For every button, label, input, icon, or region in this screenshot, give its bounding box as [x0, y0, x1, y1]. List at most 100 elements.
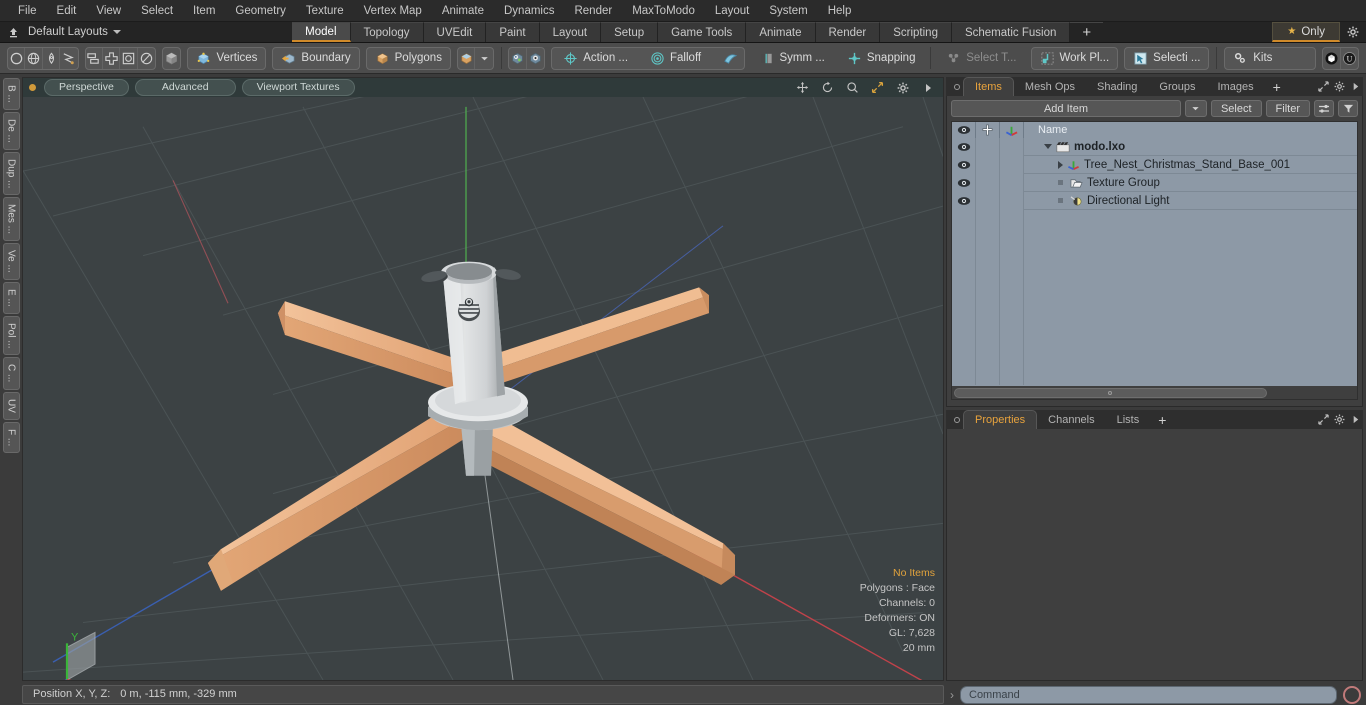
items-panel-menu-icon[interactable] [950, 77, 963, 96]
only-toggle-button[interactable]: ★ Only [1272, 22, 1341, 42]
mesh-constraint-button[interactable]: Mesh C ... [715, 48, 744, 69]
menu-item-edit[interactable]: Edit [47, 0, 87, 22]
name-column-header[interactable]: Name [1024, 122, 1357, 138]
items-add-tab-button[interactable]: + [1265, 77, 1289, 96]
tab-images[interactable]: Images [1207, 77, 1265, 96]
items-maximize-icon[interactable] [1315, 77, 1331, 96]
row-visibility-toggle[interactable] [952, 156, 976, 174]
falloff-button[interactable]: Falloff [642, 48, 709, 69]
tab-items[interactable]: Items [963, 77, 1014, 96]
menu-item-select[interactable]: Select [131, 0, 183, 22]
modo-logo-icon[interactable] [1323, 47, 1341, 69]
row-visibility-toggle[interactable] [952, 174, 976, 192]
viewport-textures-button[interactable]: Viewport Textures [241, 79, 355, 96]
table-row[interactable]: Directional Light [952, 192, 1357, 210]
items-settings-icon[interactable] [1331, 77, 1347, 96]
zoom-viewport-icon[interactable] [843, 79, 862, 96]
menu-item-vertex-map[interactable]: Vertex Map [354, 0, 432, 22]
disclosure-triangle-icon[interactable] [1044, 144, 1052, 149]
kits-button[interactable]: Kits [1224, 46, 1317, 70]
unreal-logo-icon[interactable]: U [1341, 48, 1358, 69]
rail-tab-fusion[interactable]: F ... [2, 421, 20, 453]
tab-animate[interactable]: Animate [746, 22, 816, 42]
viewport-view-mode-button[interactable]: Perspective [44, 79, 129, 96]
circle-select-icon[interactable] [8, 47, 26, 69]
stack-icon[interactable] [86, 47, 103, 69]
items-more-icon[interactable] [1347, 77, 1363, 96]
tab-scripting[interactable]: Scripting [880, 22, 952, 42]
tab-lists[interactable]: Lists [1106, 410, 1151, 429]
menu-item-file[interactable]: File [8, 0, 47, 22]
items-tree-empty-area[interactable] [952, 210, 1357, 385]
command-input[interactable]: Command [960, 685, 1337, 704]
menu-item-texture[interactable]: Texture [296, 0, 354, 22]
table-row[interactable]: Tree_Nest_Christmas_Stand_Base_001 [952, 156, 1357, 174]
items-list-options-icon[interactable] [1314, 100, 1334, 117]
rail-tab-curve[interactable]: C ... [2, 357, 20, 390]
menu-item-maxtomodo[interactable]: MaxToModo [622, 0, 705, 22]
move-cross-icon[interactable] [103, 47, 121, 69]
items-select-button[interactable]: Select [1210, 100, 1262, 117]
menu-item-system[interactable]: System [759, 0, 817, 22]
work-plane-button[interactable]: Work Pl... [1030, 46, 1119, 70]
rail-tab-basic[interactable]: B ... [2, 78, 20, 110]
vertices-button[interactable]: Vertices [187, 46, 267, 70]
menu-item-layout[interactable]: Layout [705, 0, 760, 22]
properties-more-icon[interactable] [1347, 410, 1363, 429]
tree-item-directional-light[interactable]: Directional Light [1024, 192, 1357, 210]
mode-cube-icon[interactable] [458, 47, 476, 69]
polygons-button[interactable]: Polygons [365, 46, 451, 70]
snapping-button[interactable]: Snapping [839, 47, 924, 70]
menu-item-render[interactable]: Render [564, 0, 622, 22]
menu-item-item[interactable]: Item [183, 0, 225, 22]
rail-tab-deform[interactable]: De ... [2, 111, 20, 150]
properties-add-tab-button[interactable]: + [1150, 410, 1174, 429]
tab-topology[interactable]: Topology [350, 22, 424, 42]
table-row[interactable]: modo.lxo [952, 138, 1357, 156]
row-lock-cell[interactable] [976, 192, 1000, 210]
tab-uvedit[interactable]: UVEdit [423, 22, 487, 42]
properties-panel-body[interactable] [946, 429, 1363, 681]
pen-select-icon[interactable] [43, 47, 61, 69]
row-axis-cell[interactable] [1000, 138, 1024, 156]
scrollbar-thumb[interactable] [954, 387, 1267, 398]
falloff-sphere-alt-icon[interactable] [527, 48, 544, 69]
properties-maximize-icon[interactable] [1315, 410, 1331, 429]
rail-tab-edge[interactable]: E ... [2, 281, 20, 314]
add-item-button[interactable]: Add Item [951, 100, 1181, 117]
viewport-more-icon[interactable] [918, 79, 937, 96]
axis-column-header[interactable] [1000, 122, 1024, 138]
rail-tab-uv[interactable]: UV [2, 391, 20, 420]
add-item-dropdown-icon[interactable] [1184, 100, 1207, 117]
tree-item-texture-group[interactable]: Texture Group [1024, 174, 1357, 192]
fit-viewport-icon[interactable] [868, 79, 887, 96]
row-axis-cell[interactable] [1000, 174, 1024, 192]
rail-tab-duplicate[interactable]: Dup ... [2, 151, 20, 196]
properties-settings-icon[interactable] [1331, 410, 1347, 429]
viewport-menu-dot-icon[interactable] [29, 84, 36, 91]
tab-render[interactable]: Render [815, 22, 881, 42]
gear-icon[interactable] [1340, 22, 1366, 42]
row-axis-cell[interactable] [1000, 156, 1024, 174]
tab-layout[interactable]: Layout [539, 22, 602, 42]
row-lock-cell[interactable] [976, 174, 1000, 192]
items-filter-funnel-icon[interactable] [1338, 100, 1358, 117]
table-row[interactable]: Texture Group [952, 174, 1357, 192]
items-filter-button[interactable]: Filter [1265, 100, 1310, 117]
action-center-button[interactable]: Action ... [555, 48, 636, 69]
tab-mesh-ops[interactable]: Mesh Ops [1014, 77, 1086, 96]
row-axis-cell[interactable] [1000, 192, 1024, 210]
cube-icon[interactable] [163, 48, 180, 69]
tree-item-scene[interactable]: modo.lxo [1024, 138, 1357, 156]
globe-select-icon[interactable] [25, 47, 43, 69]
tab-schematic-fusion[interactable]: Schematic Fusion [951, 22, 1071, 42]
tab-channels[interactable]: Channels [1037, 410, 1105, 429]
menu-item-geometry[interactable]: Geometry [225, 0, 296, 22]
select-through-button[interactable]: Select T... [938, 47, 1024, 70]
add-tab-button[interactable]: + [1070, 22, 1104, 42]
viewport-shading-button[interactable]: Advanced [134, 79, 236, 96]
eye-column-header[interactable] [952, 122, 976, 138]
boundary-button[interactable]: Boundary [272, 46, 360, 70]
record-icon[interactable] [1343, 685, 1361, 704]
menu-item-help[interactable]: Help [818, 0, 862, 22]
